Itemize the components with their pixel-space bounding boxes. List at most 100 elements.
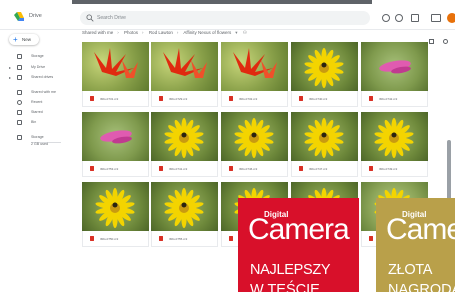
file-thumbnail	[291, 112, 358, 161]
file-tile[interactable]: IMG-0729.cr2	[151, 42, 218, 116]
breadcrumb: Shared with me › Photos › Rod Lawton › Affi…	[82, 30, 251, 40]
list-view-icon[interactable]	[429, 39, 434, 44]
image-file-icon	[90, 96, 94, 101]
flower-icon	[164, 188, 204, 228]
badge-award-line2: W TEŚCIE	[250, 282, 320, 292]
breadcrumb-separator-icon: ›	[117, 30, 119, 35]
file-thumbnail	[151, 112, 218, 161]
image-file-icon	[90, 166, 94, 171]
flower-icon	[233, 48, 277, 78]
flower-icon	[95, 188, 135, 228]
chevron-down-icon[interactable]: ▾	[235, 30, 237, 35]
file-tile[interactable]: IMG-0746.cr2	[221, 112, 288, 186]
file-name: IMG-0753.cr2	[100, 166, 119, 171]
file-tile[interactable]: IMG-0750.cr2	[82, 182, 149, 256]
star-icon	[17, 110, 22, 115]
flower-icon	[163, 48, 207, 78]
flower-icon	[304, 48, 344, 88]
badge-award-line1: ZŁOTA	[388, 262, 433, 278]
file-name: IMG-0729.cr2	[169, 96, 188, 101]
file-name: IMG-0750.cr2	[100, 236, 119, 241]
file-name: IMG-0740.cr2	[309, 96, 328, 101]
file-tile[interactable]: IMG-0731.cr2	[82, 42, 149, 116]
file-meta: IMG-0750.cr2	[82, 231, 149, 247]
award-badge-gold: Digital Camera ZŁOTA NAGRODA	[376, 198, 455, 292]
breadcrumb-item[interactable]: Shared with me	[82, 30, 113, 35]
sidebar-item-label: Shared drives	[31, 75, 54, 79]
file-tile[interactable]: IMG-0740.cr2	[291, 42, 358, 116]
image-file-icon	[369, 166, 373, 171]
avatar[interactable]	[447, 13, 455, 23]
image-file-icon	[229, 236, 233, 241]
flower-icon	[94, 48, 138, 78]
file-meta: IMG-0732.cr2	[221, 91, 288, 107]
file-name: IMG-0741.cr2	[169, 166, 188, 171]
file-tile[interactable]: IMG-0755.cr2	[151, 182, 218, 256]
breadcrumb-item[interactable]: Photos	[124, 30, 138, 35]
file-meta: IMG-0740.cr2	[291, 91, 358, 107]
file-thumbnail	[221, 42, 288, 91]
file-thumbnail	[82, 112, 149, 161]
file-thumbnail	[361, 112, 428, 161]
flower-icon	[100, 130, 132, 144]
new-button[interactable]: + New	[9, 34, 39, 45]
flower-icon	[164, 118, 204, 158]
breadcrumb-separator-icon: ›	[142, 30, 144, 35]
sidebar-item-label: Starred	[31, 110, 43, 114]
new-button-label: New	[22, 37, 32, 42]
storage-used-label: 2 GB used	[31, 142, 48, 146]
expand-arrow-icon[interactable]: ▸	[9, 65, 11, 70]
drive-icon	[17, 65, 22, 70]
file-thumbnail	[151, 42, 218, 91]
file-tile[interactable]: IMG-0747.cr2	[291, 112, 358, 186]
sidebar-item-storage-home[interactable]: Storage	[0, 52, 72, 61]
expand-arrow-icon[interactable]: ▸	[9, 75, 11, 80]
info-icon[interactable]	[443, 39, 449, 44]
help-icon[interactable]	[382, 14, 390, 22]
sidebar-item-shared-with-me[interactable]: Shared with me	[0, 88, 72, 97]
image-file-icon	[229, 166, 233, 171]
app-header: Drive Search Drive	[0, 4, 455, 30]
image-file-icon	[299, 96, 303, 101]
file-tile[interactable]: IMG-0749.cr2	[361, 112, 428, 186]
flower-icon	[374, 118, 414, 158]
search-input[interactable]: Search Drive	[80, 11, 370, 25]
sidebar-item-recent[interactable]: Recent	[0, 98, 72, 107]
file-name: IMG-0732.cr2	[239, 96, 258, 101]
sidebar-item-label: My Drive	[31, 65, 46, 69]
file-name: IMG-0742.cr2	[379, 96, 398, 101]
badge-award-line2: NAGRODA	[388, 282, 455, 292]
breadcrumb-current[interactable]: Affinity Nexus of flowers	[183, 30, 231, 35]
breadcrumb-item[interactable]: Rod Lawton	[149, 30, 173, 35]
file-tile[interactable]: IMG-0753.cr2	[82, 112, 149, 186]
breadcrumb-separator-icon: ›	[176, 30, 179, 35]
image-file-icon	[369, 236, 373, 241]
apps-grid-icon[interactable]	[411, 14, 419, 22]
image-file-icon	[369, 96, 373, 101]
sidebar-item-label: Recent	[31, 100, 43, 104]
clock-icon	[17, 100, 22, 105]
flower-icon	[379, 60, 411, 74]
file-tile[interactable]: IMG-0732.cr2	[221, 42, 288, 116]
file-thumbnail	[221, 112, 288, 161]
sidebar-item-bin[interactable]: Bin	[0, 118, 72, 127]
sidebar-item-shared-drives[interactable]: ▸ Shared drives	[0, 73, 72, 82]
file-meta: IMG-0747.cr2	[291, 161, 358, 177]
search-placeholder: Search Drive	[97, 15, 126, 21]
file-name: IMG-0747.cr2	[309, 166, 328, 171]
file-meta: IMG-0746.cr2	[221, 161, 288, 177]
sidebar-item-label: Storage	[31, 135, 44, 139]
drive-logo-icon	[14, 12, 24, 21]
file-tile[interactable]: IMG-0742.cr2	[361, 42, 428, 116]
sidebar-item-my-drive[interactable]: ▸ My Drive	[0, 63, 72, 72]
image-file-icon	[90, 236, 94, 241]
file-tile[interactable]: IMG-0741.cr2	[151, 112, 218, 186]
file-meta: IMG-0731.cr2	[82, 91, 149, 107]
file-meta: IMG-0742.cr2	[361, 91, 428, 107]
badge-award-line1: NAJLEPSZY	[250, 262, 331, 278]
search-icon	[86, 14, 94, 22]
settings-icon[interactable]	[395, 14, 403, 22]
sidebar-item-starred[interactable]: Starred	[0, 108, 72, 117]
account-switch-icon[interactable]	[431, 14, 441, 22]
file-meta: IMG-0749.cr2	[361, 161, 428, 177]
